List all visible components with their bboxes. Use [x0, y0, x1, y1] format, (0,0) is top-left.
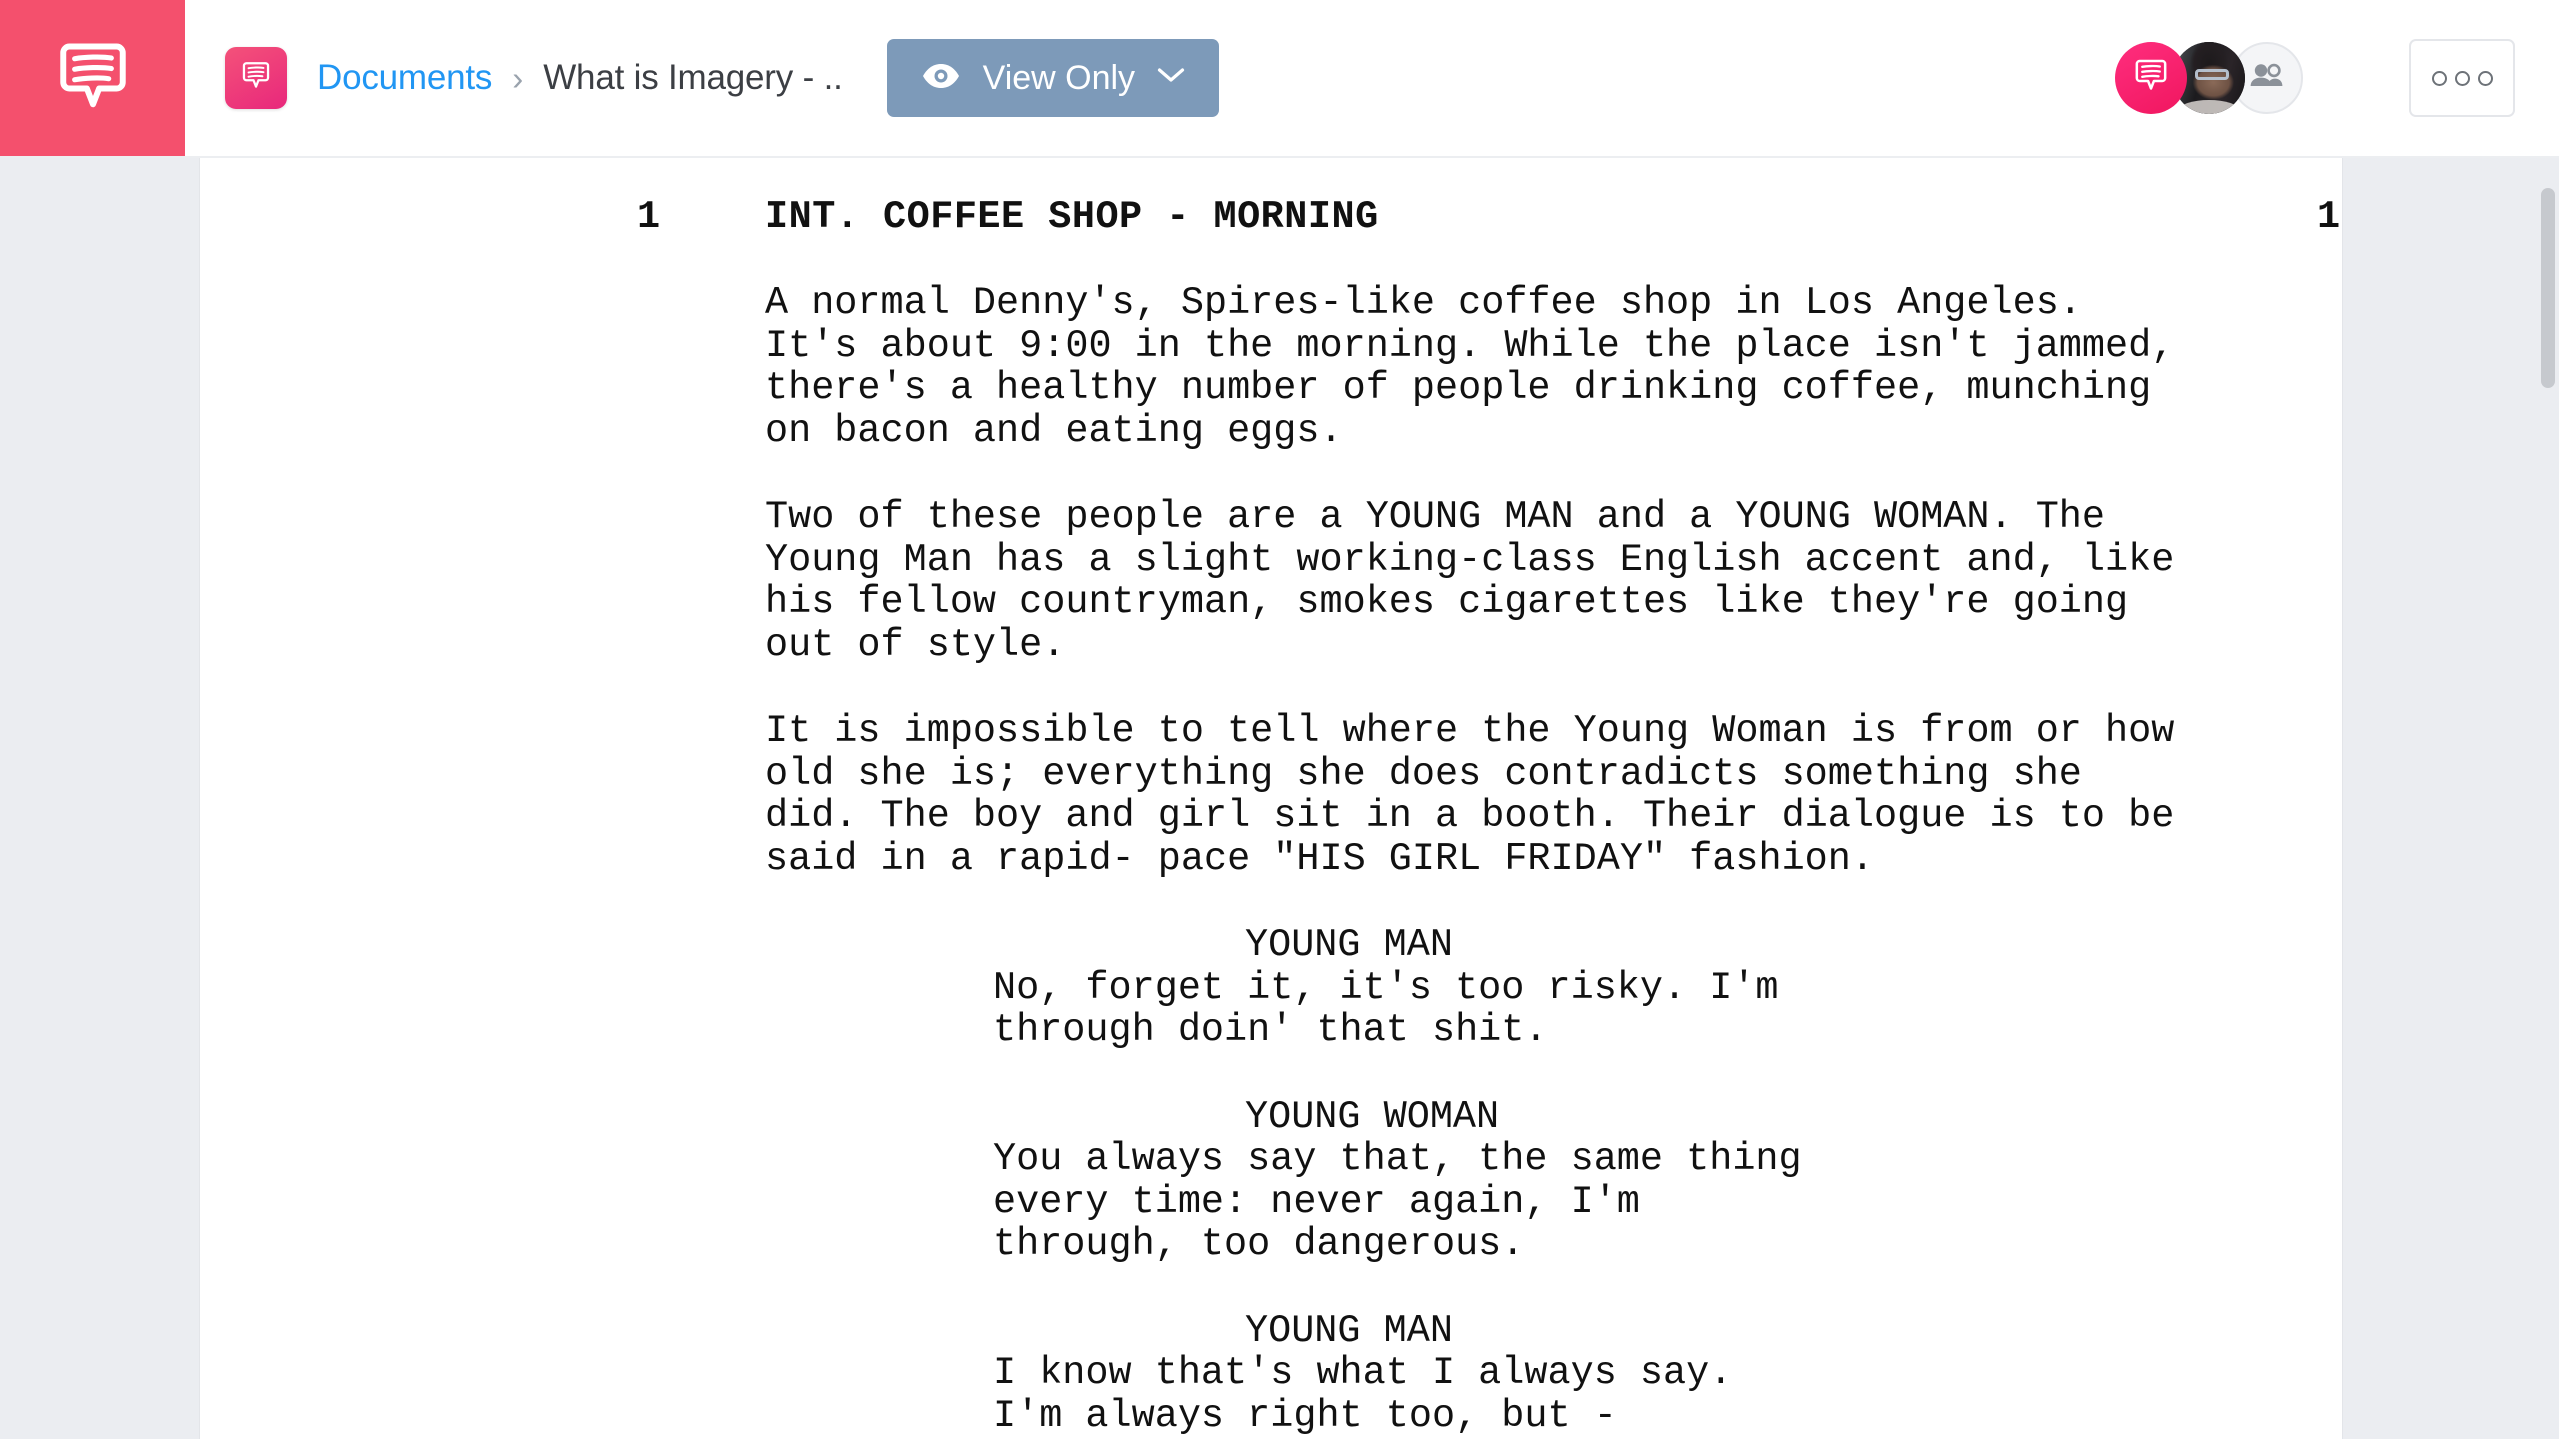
- scrollbar-thumb[interactable]: [2541, 188, 2555, 388]
- top-bar-content: Documents › What is Imagery - .. View On…: [185, 0, 2559, 156]
- speech-bubble-lines-icon: [2131, 56, 2171, 101]
- vertical-scrollbar[interactable]: [2537, 158, 2559, 1439]
- dialogue-block: YOUNG MAN No, forget it, it's too risky.…: [200, 924, 2342, 1052]
- avatar-group: [2115, 42, 2303, 114]
- header-right-cluster: [2115, 39, 2515, 117]
- breadcrumb: Documents › What is Imagery - ..: [225, 47, 843, 109]
- comments-avatar[interactable]: [2115, 42, 2187, 114]
- character-name[interactable]: YOUNG MAN: [1245, 924, 2342, 967]
- dialogue-text[interactable]: No, forget it, it's too risky. I'm throu…: [993, 966, 2342, 1052]
- three-circles-icon: [2477, 70, 2493, 86]
- breadcrumb-root-link[interactable]: Documents: [317, 58, 492, 98]
- view-mode-button[interactable]: View Only: [886, 39, 1220, 117]
- people-icon: [2248, 61, 2286, 96]
- breadcrumb-current-document[interactable]: What is Imagery - ..: [543, 58, 843, 98]
- action-paragraph[interactable]: A normal Denny's, Spires-like coffee sho…: [765, 282, 2282, 452]
- breadcrumb-separator-icon: ›: [512, 59, 524, 97]
- three-circles-icon: [2431, 70, 2447, 86]
- dialogue-text[interactable]: I know that's what I always say. I'm alw…: [993, 1352, 2342, 1437]
- scene-heading-row: 1 INT. COFFEE SHOP - MORNING 1: [200, 196, 2342, 252]
- action-paragraph[interactable]: It is impossible to tell where the Young…: [765, 710, 2282, 880]
- three-circles-icon: [2454, 70, 2470, 86]
- dialogue-block: YOUNG MAN I know that's what I always sa…: [200, 1309, 2342, 1438]
- view-mode-label: View Only: [982, 58, 1136, 97]
- scene-number-left: 1: [637, 195, 661, 239]
- dialogue-text[interactable]: You always say that, the same thing ever…: [993, 1138, 2342, 1266]
- document-workspace: 1 INT. COFFEE SHOP - MORNING 1 A normal …: [0, 158, 2559, 1439]
- dialogue-block: YOUNG WOMAN You always say that, the sam…: [200, 1095, 2342, 1266]
- screenplay-content[interactable]: 1 INT. COFFEE SHOP - MORNING 1 A normal …: [200, 158, 2342, 1437]
- eye-icon: [921, 62, 961, 95]
- scene-heading[interactable]: INT. COFFEE SHOP - MORNING: [765, 196, 1379, 239]
- scene-number-right: 1: [2317, 195, 2341, 239]
- app-logo[interactable]: [0, 0, 185, 156]
- shoulder-detail: [2180, 99, 2238, 114]
- speech-bubble-lines-icon: [51, 36, 135, 120]
- speech-bubble-lines-icon: [239, 59, 273, 98]
- document-app-icon[interactable]: [225, 47, 287, 109]
- chevron-down-icon: [1157, 67, 1185, 89]
- eyeglasses-detail: [2194, 69, 2230, 81]
- character-name[interactable]: YOUNG WOMAN: [1245, 1095, 2342, 1139]
- top-bar: Documents › What is Imagery - .. View On…: [0, 0, 2559, 158]
- action-paragraph[interactable]: Two of these people are a YOUNG MAN and …: [765, 496, 2282, 666]
- more-options-button[interactable]: [2409, 39, 2515, 117]
- character-name[interactable]: YOUNG MAN: [1245, 1309, 2342, 1353]
- script-page[interactable]: 1 INT. COFFEE SHOP - MORNING 1 A normal …: [200, 158, 2342, 1439]
